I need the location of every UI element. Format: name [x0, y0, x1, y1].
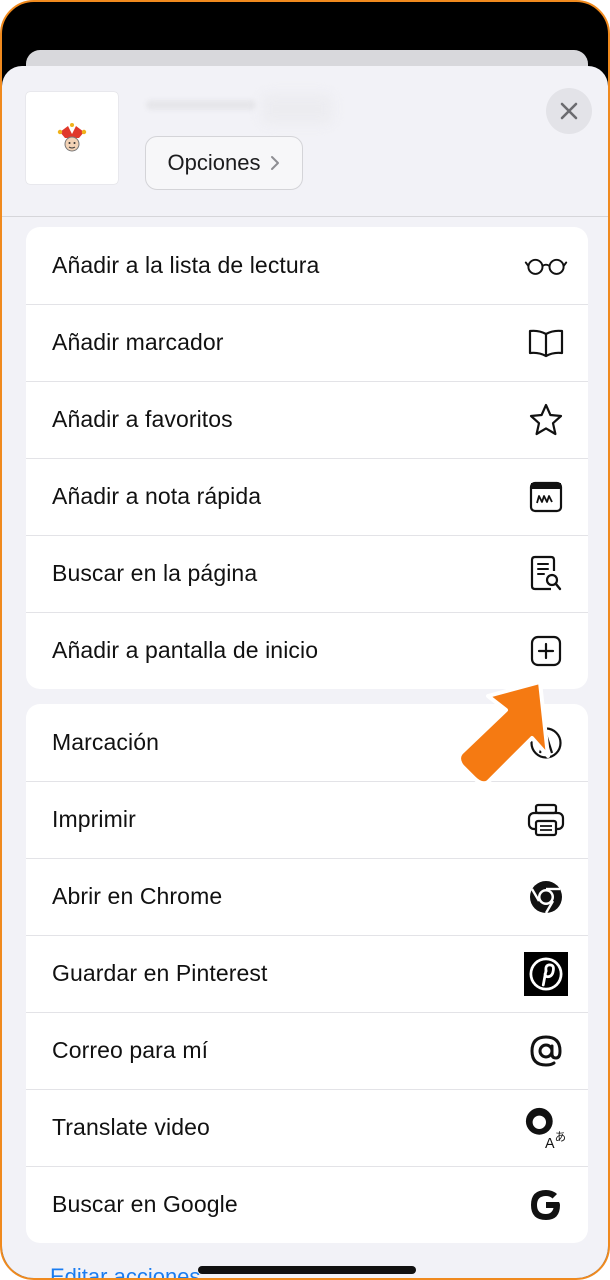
- blurred-domain: [146, 100, 256, 110]
- home-indicator: [198, 1266, 416, 1274]
- find-on-page-icon: [524, 552, 568, 596]
- action-label: Añadir a favoritos: [52, 406, 233, 432]
- action-search-google[interactable]: Buscar en Google: [26, 1166, 588, 1243]
- glasses-icon: [524, 244, 568, 288]
- svg-text:あ: あ: [555, 1129, 566, 1143]
- action-translate-video[interactable]: Translate video A あ: [26, 1089, 588, 1166]
- printer-icon: [524, 798, 568, 842]
- action-label: Añadir marcador: [52, 329, 224, 355]
- action-label: Añadir a la lista de lectura: [52, 252, 320, 278]
- action-label: Marcación: [52, 729, 159, 755]
- at-sign-icon: [524, 1029, 568, 1073]
- pinterest-icon: [524, 951, 568, 996]
- action-add-quick-note[interactable]: Añadir a nota rápida: [26, 458, 588, 535]
- phone-frame: Opciones Añadir a la lista de lectura Añ…: [0, 0, 610, 1280]
- share-sheet: Opciones Añadir a la lista de lectura Añ…: [2, 66, 608, 1278]
- action-label: Añadir a nota rápida: [52, 483, 262, 509]
- blurred-title: [262, 94, 332, 124]
- action-print[interactable]: Imprimir: [26, 781, 588, 858]
- jester-logo-icon: [57, 123, 87, 152]
- action-label: Correo para mí: [52, 1037, 209, 1063]
- edit-actions-link[interactable]: Editar acciones...: [50, 1264, 219, 1278]
- action-label: Translate video: [52, 1114, 210, 1140]
- add-square-icon: [524, 629, 568, 673]
- action-open-chrome[interactable]: Abrir en Chrome: [26, 858, 588, 935]
- quick-note-icon: [524, 475, 568, 519]
- google-icon: [524, 1183, 568, 1227]
- action-label: Buscar en Google: [52, 1191, 238, 1217]
- action-save-pinterest[interactable]: Guardar en Pinterest: [26, 935, 588, 1012]
- chevron-right-icon: [271, 156, 280, 170]
- action-mail-to-me[interactable]: Correo para mí: [26, 1012, 588, 1089]
- action-label: Buscar en la página: [52, 560, 258, 586]
- options-label: Opciones: [167, 150, 261, 175]
- action-label: Añadir a pantalla de inicio: [52, 637, 319, 663]
- translate-icon: A あ: [524, 1106, 568, 1151]
- site-thumbnail: [26, 92, 118, 184]
- svg-text:A: A: [545, 1136, 555, 1151]
- close-icon: [560, 102, 578, 120]
- action-label: Guardar en Pinterest: [52, 960, 268, 986]
- share-sheet-header: Opciones: [2, 66, 608, 217]
- star-icon: [524, 398, 568, 442]
- book-icon: [524, 321, 568, 365]
- chrome-icon: [524, 875, 568, 919]
- orange-arrow-annotation: [457, 680, 550, 786]
- options-button[interactable]: Opciones: [145, 136, 303, 190]
- close-button[interactable]: [546, 88, 592, 134]
- action-add-favorites[interactable]: Añadir a favoritos: [26, 381, 588, 458]
- action-add-bookmark[interactable]: Añadir marcador: [26, 304, 588, 381]
- actions-group-primary: Añadir a la lista de lectura Añadir marc…: [26, 227, 588, 689]
- action-label: Abrir en Chrome: [52, 883, 223, 909]
- action-find-on-page[interactable]: Buscar en la página: [26, 535, 588, 612]
- action-add-reading-list[interactable]: Añadir a la lista de lectura: [26, 227, 588, 304]
- action-label: Imprimir: [52, 806, 136, 832]
